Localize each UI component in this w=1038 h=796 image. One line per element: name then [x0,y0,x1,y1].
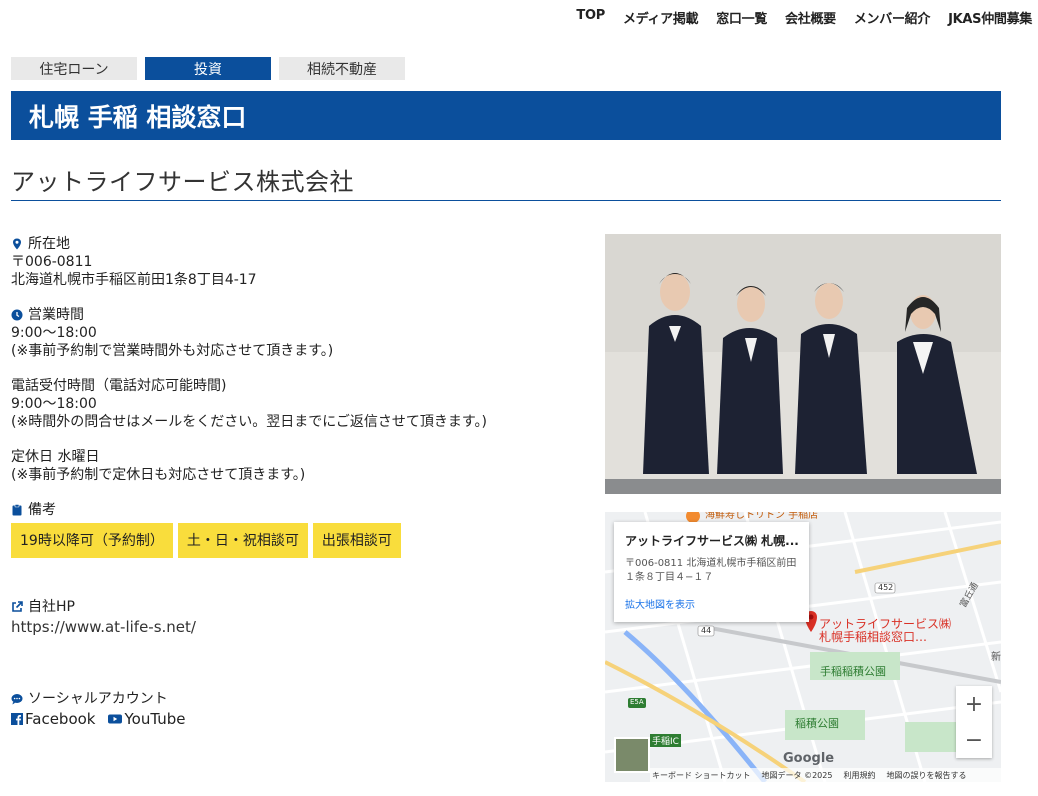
nav-media[interactable]: メディア掲載 [623,8,699,27]
hours-label: 営業時間 [28,307,84,323]
address: 北海道札幌市手稲区前田1条8丁目4-17 [11,272,257,288]
map-zoom-controls: + − [956,686,992,758]
map-pin-label: アットライフサービス㈱ 札幌手稲相談窓口… [819,617,952,644]
map-data-text: 地図データ ©2025 [761,770,833,780]
map-card-title: アットライフサービス㈱ 札幌... [625,534,798,548]
map-park-2: 稲積公園 [795,717,839,730]
external-link-icon [12,601,23,612]
map-info-card: アットライフサービス㈱ 札幌... 〒006-0811 北海道札幌市手稲区前田１… [614,522,809,622]
nav-top[interactable]: TOP [576,8,605,27]
nav-company[interactable]: 会社概要 [785,8,836,27]
map-route-e5a: E5A [630,698,644,706]
tab-housing-loan[interactable]: 住宅ローン [11,57,137,80]
company-name: アットライフサービス株式会社 [11,162,1001,201]
holiday-label: 定休日 水曜日 [11,449,100,465]
tag-weekend: 土・日・祝相談可 [177,523,308,558]
tab-investment[interactable]: 投資 [145,57,271,80]
terms-link[interactable]: 利用規約 [843,770,875,781]
youtube-label: YouTube [124,710,186,728]
hours-time: 9:00～18:00 [11,325,97,341]
phone-section: 電話受付時間（電話対応可能時間) 9:00～18:00 (※時間外の問合せはメー… [11,377,591,431]
location-section: 所在地 〒006-0811 北海道札幌市手稲区前田1条8丁目4-17 [11,235,591,289]
phone-label: 電話受付時間（電話対応可能時間) [11,378,227,394]
website-link[interactable]: https://www.at-life-s.net/ [11,618,591,636]
page-title: 札幌 手稲 相談窓口 [11,91,1001,140]
nav-offices[interactable]: 窓口一覧 [716,8,767,27]
zoom-out-button[interactable]: − [956,722,992,758]
staff-photo-image [605,234,1001,494]
map-poi-top: 海鮮寿しトリトン 手稲店 [705,512,819,521]
website-section: 自社HP https://www.at-life-s.net/ [11,598,591,636]
hours-note: (※事前予約制で営業時間外も対応させて頂きます。) [11,343,334,359]
map-station: 手稲IC [650,734,681,747]
chat-icon [11,694,23,705]
clipboard-icon [12,504,22,516]
office-info: 所在地 〒006-0811 北海道札幌市手稲区前田1条8丁目4-17 営業時間 … [11,235,591,728]
map-park-1: 手稲稲積公園 [820,665,886,678]
social-label: ソーシャルアカウント [28,691,168,707]
hours-section: 営業時間 9:00～18:00 (※事前予約制で営業時間外も対応させて頂きます。… [11,306,591,360]
clock-icon [11,309,23,321]
map-route-44: 44 [701,626,712,635]
report-error-link[interactable]: 地図の誤りを報告する [886,770,966,781]
staff-photo [605,234,1001,494]
zip-code: 〒006-0811 [11,254,93,270]
youtube-icon [108,714,123,724]
keyboard-shortcuts-link[interactable]: キーボード ショートカット [652,770,751,781]
website-label: 自社HP [28,599,75,615]
map-attribution: キーボード ショートカット 地図データ ©2025 利用規約 地図の誤りを報告す… [650,768,1001,782]
google-map[interactable]: 海鮮寿しトリトン 手稲店 アットライフサービス㈱ 札幌手稲相談窓口… 手稲稲積公… [605,512,1001,782]
tag-visit: 出張相談可 [312,523,401,558]
category-tabs: 住宅ローン 投資 相続不動産 [11,57,405,80]
google-logo: Google [783,751,835,766]
map-enlarge-link[interactable]: 拡大地図を表示 [625,596,798,611]
holiday-section: 定休日 水曜日 (※事前予約制で定休日も対応させて頂きます。) [11,448,591,484]
holiday-note: (※事前予約制で定休日も対応させて頂きます。) [11,467,306,483]
social-section: ソーシャルアカウント Facebook YouTube [11,690,591,728]
nav-members[interactable]: メンバー紹介 [854,8,931,27]
location-label: 所在地 [28,236,70,252]
remarks-label: 備考 [28,502,56,518]
zoom-in-button[interactable]: + [956,686,992,722]
remarks-section: 備考 19時以降可（予約制） 土・日・祝相談可 出張相談可 [11,501,591,558]
facebook-link[interactable]: Facebook [11,710,95,728]
map-pin-icon [13,238,21,250]
tag-evening: 19時以降可（予約制） [11,523,173,558]
facebook-label: Facebook [25,710,96,728]
map-card-address: 〒006-0811 北海道札幌市手稲区前田１条８丁目４−１７ [625,558,797,583]
phone-note: (※時間外の問合せはメールをください。翌日までにご返信させて頂きます。) [11,414,487,430]
map-shin: 新 [991,652,1001,663]
facebook-icon [11,713,23,725]
youtube-link[interactable]: YouTube [108,710,185,728]
top-nav: TOP メディア掲載 窓口一覧 会社概要 メンバー紹介 JKAS仲間募集 [576,8,1032,27]
tab-inheritance[interactable]: 相続不動産 [279,57,405,80]
nav-recruit[interactable]: JKAS仲間募集 [948,8,1032,27]
map-route-452: 452 [878,583,894,592]
phone-time: 9:00～18:00 [11,396,97,412]
